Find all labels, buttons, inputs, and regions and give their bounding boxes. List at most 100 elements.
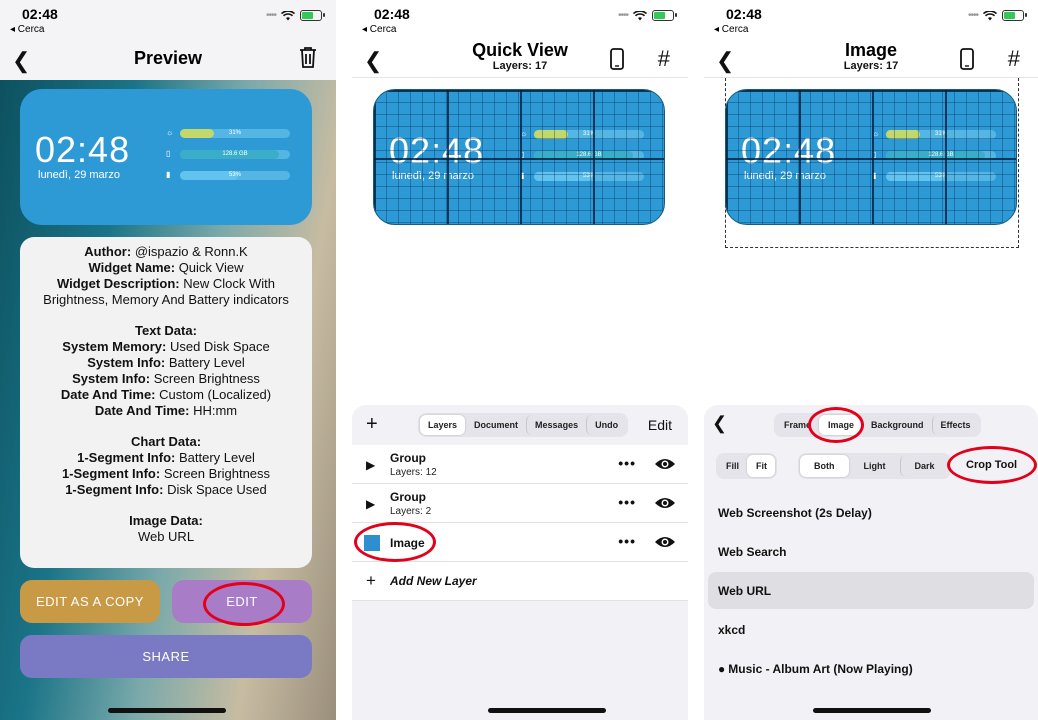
status-time: 02:48	[374, 6, 410, 22]
more-icon[interactable]: •••	[618, 533, 636, 549]
status-time: 02:48	[22, 6, 58, 22]
mode-both[interactable]: Both	[800, 455, 849, 477]
more-icon[interactable]: •••	[618, 494, 636, 510]
eye-icon[interactable]	[654, 496, 676, 515]
battery-bar: ▮53%	[166, 170, 290, 181]
tab-layers[interactable]: Layers	[420, 415, 466, 435]
tab-document[interactable]: Document	[465, 415, 526, 435]
description-line: Widget Description: New Clock With	[56, 276, 276, 291]
memory-bar: ▯128.6 GB	[166, 149, 290, 160]
home-indicator	[813, 708, 931, 713]
add-icon[interactable]: +	[366, 413, 378, 436]
wifi-icon	[633, 10, 647, 21]
tab-background[interactable]: Background	[862, 415, 932, 435]
phone-icon: ▯	[166, 149, 171, 158]
grid-icon[interactable]: #	[658, 46, 670, 72]
option-web-url[interactable]: Web URL	[708, 572, 1034, 609]
mode-light[interactable]: Light	[849, 455, 900, 477]
image-tabs: Frame Image Background Effects	[774, 413, 981, 437]
battery-icon	[1002, 10, 1027, 21]
nav-bar: ❮ Image Layers: 17 #	[704, 40, 1038, 78]
chart-data-heading: Chart Data:	[130, 434, 202, 449]
apple-icon: ●	[718, 661, 726, 676]
wifi-icon	[281, 10, 295, 21]
status-icons: ••••	[617, 10, 677, 21]
signal-icon: ••••	[967, 10, 979, 21]
page-title: Preview	[133, 48, 203, 68]
image-data-value: Web URL	[137, 529, 195, 544]
nav-bar: ❮ Quick View Layers: 17 #	[352, 40, 688, 78]
highlight-circle	[947, 446, 1037, 484]
disclosure-triangle-icon[interactable]: ▶	[366, 497, 375, 511]
wifi-icon	[983, 10, 997, 21]
share-button[interactable]: SHARE	[20, 635, 312, 678]
add-layer-row[interactable]: + Add New Layer	[352, 562, 688, 601]
text-row: Date And Time: HH:mm	[94, 403, 238, 418]
home-indicator	[108, 708, 226, 713]
widget-time: 02:48	[35, 129, 131, 170]
widget-preview: 02:48 lunedì, 29 marzo ☼31% ▯128.6 GB ▮5…	[725, 89, 1017, 225]
chart-row: 1-Segment Info: Screen Brightness	[61, 466, 271, 481]
widget-info-card: Author: @ispazio & Ronn.K Widget Name: Q…	[20, 237, 312, 568]
tab-undo[interactable]: Undo	[586, 415, 626, 435]
widget-preview: 02:48 lunedì, 29 marzo ☼31% ▯128.6 GB ▮5…	[373, 89, 665, 225]
signal-icon: ••••	[265, 10, 277, 21]
option-xkcd[interactable]: xkcd	[708, 611, 1034, 648]
widget-date: lunedì, 29 marzo	[38, 169, 120, 181]
description-line-2: Brightness, Memory And Battery indicator…	[43, 292, 289, 307]
status-bar: 02:48 ◂ Cerca ••••	[0, 0, 336, 40]
chart-row: 1-Segment Info: Disk Space Used	[65, 482, 267, 497]
phone-preview-icon[interactable]	[960, 48, 974, 75]
layers-sheet: + Layers Document Messages Undo Edit ▶ G…	[352, 405, 688, 720]
back-to-search-link[interactable]: ◂ Cerca	[362, 24, 396, 35]
phone-preview-icon[interactable]	[610, 48, 624, 75]
back-to-search-link[interactable]: ◂ Cerca	[10, 24, 44, 35]
status-time: 02:48	[726, 6, 762, 22]
edit-layers-button[interactable]: Edit	[648, 417, 672, 433]
layer-row[interactable]: ▶ Group Layers: 12 •••	[352, 445, 688, 484]
mode-fit[interactable]: Fit	[747, 455, 775, 477]
mode-fill[interactable]: Fill	[718, 455, 747, 477]
option-web-search[interactable]: Web Search	[708, 533, 1034, 570]
grid-overlay-major	[726, 90, 1016, 224]
text-data-heading: Text Data:	[135, 323, 197, 338]
layers-count: Layers: 17	[492, 60, 548, 72]
home-indicator	[488, 708, 606, 713]
trash-icon[interactable]	[298, 46, 318, 74]
text-row: System Memory: Used Disk Space	[62, 339, 270, 354]
more-icon[interactable]: •••	[618, 455, 636, 471]
battery-small-icon: ▮	[166, 170, 171, 179]
grid-icon[interactable]: #	[1008, 46, 1020, 72]
option-web-screenshot[interactable]: Web Screenshot (2s Delay)	[708, 494, 1034, 531]
grid-overlay-major	[374, 90, 664, 224]
status-bar: 02:48 ◂ Cerca ••••	[704, 0, 1038, 40]
image-options-sheet: ❮ Frame Image Background Effects Fill Fi…	[704, 405, 1038, 720]
highlight-circle	[203, 582, 285, 626]
widget-bars: ☼31% ▯128.6 GB ▮53%	[166, 128, 290, 192]
highlight-circle	[354, 522, 436, 562]
back-to-search-link[interactable]: ◂ Cerca	[714, 24, 748, 35]
text-row: System Info: Battery Level	[87, 355, 245, 370]
signal-icon: ••••	[617, 10, 629, 21]
nav-bar: ❮ Preview	[0, 40, 336, 78]
tab-messages[interactable]: Messages	[526, 415, 586, 435]
author-line: Author: @ispazio & Ronn.K	[84, 244, 248, 259]
eye-icon[interactable]	[654, 457, 676, 476]
layer-row[interactable]: ▶ Group Layers: 2 •••	[352, 484, 688, 523]
back-chevron-icon[interactable]: ❮	[712, 413, 727, 434]
brightness-bar: ☼31%	[166, 128, 290, 139]
eye-icon[interactable]	[654, 535, 676, 554]
layers-count: Layers: 17	[843, 60, 899, 72]
disclosure-triangle-icon[interactable]: ▶	[366, 458, 375, 472]
edit-as-copy-button[interactable]: EDIT AS A COPY	[20, 580, 160, 623]
image-screen: 02:48 ◂ Cerca •••• ❮ Image Layers: 17 # …	[704, 0, 1038, 720]
tab-effects[interactable]: Effects	[931, 415, 979, 435]
image-data-heading: Image Data:	[129, 513, 203, 528]
widget-preview: 02:48 lunedì, 29 marzo ☼31% ▯128.6 GB ▮5…	[20, 89, 312, 225]
option-music-album-art[interactable]: ● Music - Album Art (Now Playing)	[708, 650, 1034, 687]
mode-dark[interactable]: Dark	[899, 455, 949, 477]
quick-view-screen: 02:48 ◂ Cerca •••• ❮ Quick View Layers: …	[352, 0, 688, 720]
highlight-circle	[808, 407, 864, 443]
status-bar: 02:48 ◂ Cerca ••••	[352, 0, 688, 40]
fit-mode-segment: Fill Fit	[716, 453, 777, 479]
